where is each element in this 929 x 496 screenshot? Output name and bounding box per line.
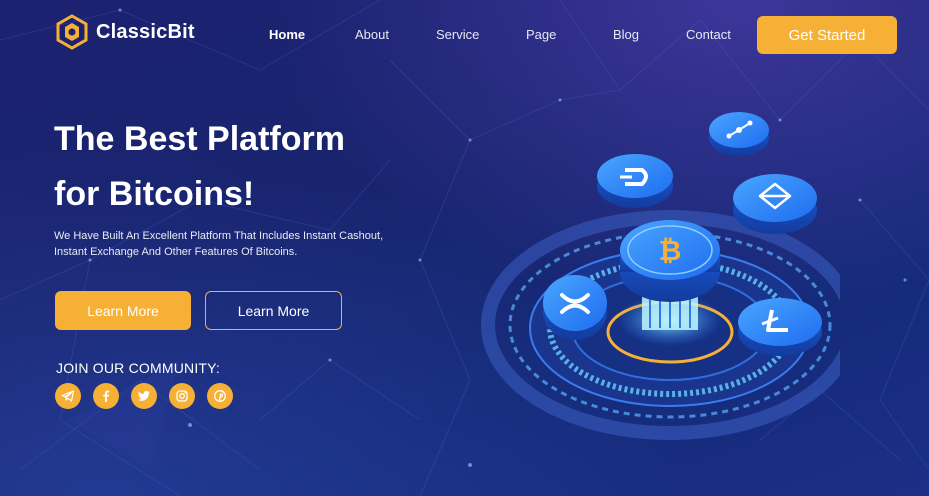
hero-description-line-1: We Have Built An Excellent Platform That… xyxy=(54,230,384,242)
telegram-icon[interactable] xyxy=(55,383,81,409)
hero-description-line-2: Instant Exchange And Other Features Of B… xyxy=(54,246,298,258)
nav-about[interactable]: About xyxy=(355,27,389,43)
brand-name: ClassicBit xyxy=(96,20,195,43)
dash-icon xyxy=(597,154,673,208)
hero-title-line-1: The Best Platform xyxy=(54,120,345,158)
pinterest-icon[interactable] xyxy=(207,383,233,409)
facebook-icon[interactable] xyxy=(93,383,119,409)
litecoin-icon xyxy=(738,298,822,356)
twitter-icon[interactable] xyxy=(131,383,157,409)
bitcoin-icon: ₿ xyxy=(620,220,720,302)
landing-page: ClassicBit Home About Service Page Blog … xyxy=(0,0,929,496)
nav-home[interactable]: Home xyxy=(269,27,305,42)
get-started-button[interactable]: Get Started xyxy=(757,16,897,54)
social-links xyxy=(55,383,233,409)
brand-logo[interactable]: ClassicBit xyxy=(54,14,195,50)
learn-more-secondary-button[interactable]: Learn More xyxy=(205,291,342,330)
ethereum-icon xyxy=(733,174,817,234)
svg-text:₿: ₿ xyxy=(659,234,682,267)
nav-blog[interactable]: Blog xyxy=(613,27,639,42)
ripple-icon xyxy=(543,275,607,340)
community-title: JOIN OUR COMMUNITY: xyxy=(56,360,221,376)
instagram-icon[interactable] xyxy=(169,383,195,409)
hero-description: We Have Built An Excellent Platform That… xyxy=(54,228,414,260)
nav-service[interactable]: Service xyxy=(436,27,479,42)
nav-contact[interactable]: Contact xyxy=(686,27,731,42)
hero-title: The Best Platform for Bitcoins! xyxy=(54,112,414,222)
nav-page[interactable]: Page xyxy=(526,27,556,42)
logo-icon xyxy=(56,14,88,50)
learn-more-primary-button[interactable]: Learn More xyxy=(55,291,191,330)
hero-title-line-2: for Bitcoins! xyxy=(54,175,255,213)
crypto-illustration: ₿ xyxy=(481,112,840,440)
network-icon xyxy=(709,112,769,156)
